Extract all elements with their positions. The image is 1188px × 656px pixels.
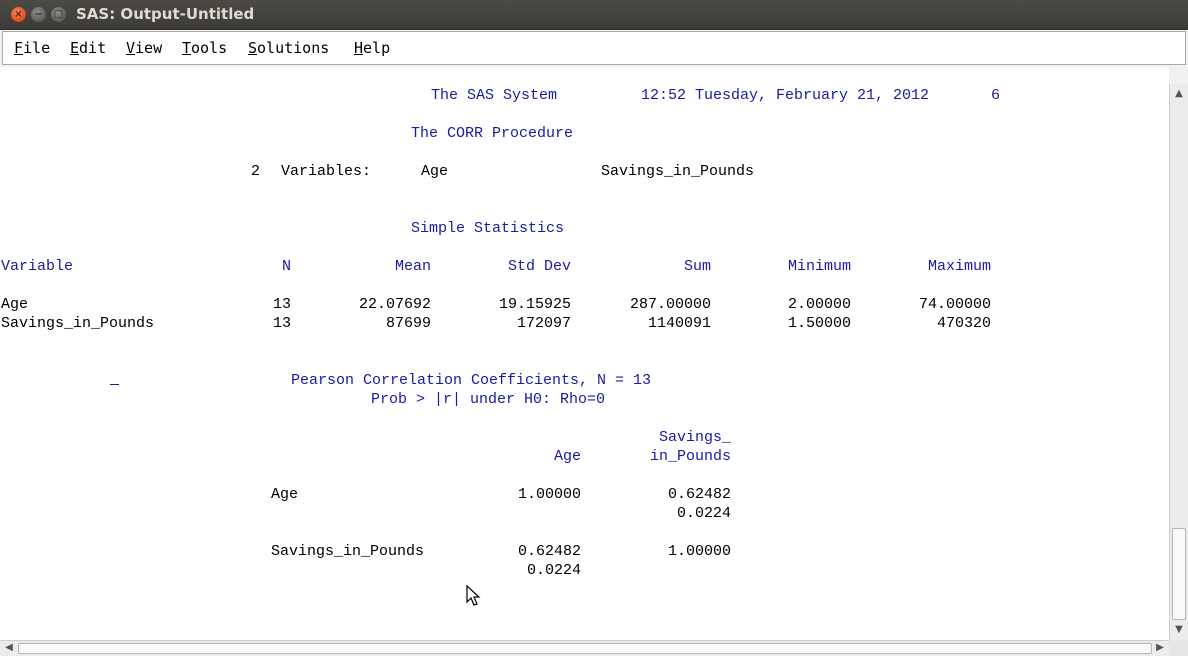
horizontal-scroll-thumb[interactable] [18, 643, 1152, 654]
output-header-title: The SAS System [431, 87, 558, 104]
menu-view-mnemonic: V [126, 39, 136, 57]
stats-row-maximum: 470320 [936, 315, 991, 332]
output-header-page: 6 [991, 87, 1001, 104]
menu-view-label: iew [135, 39, 163, 57]
menu-solutions-label: olutions [257, 39, 330, 57]
stats-header-maximum: Maximum [927, 258, 991, 275]
simple-stats-title: Simple Statistics [411, 220, 565, 237]
title-bar: × − □ SAS: Output-Untitled [0, 0, 1188, 30]
variables-count: 2 [251, 163, 261, 180]
stats-row-n: 13 [272, 296, 291, 313]
minimize-window-button[interactable]: − [31, 7, 46, 22]
stats-header-variable: Variable [1, 258, 74, 275]
stats-row-variable: Savings_in_Pounds [1, 315, 155, 332]
corr-header-age: Age [553, 448, 581, 465]
menu-tools[interactable]: Tools [182, 39, 227, 57]
scroll-up-arrow-icon[interactable]: ▲ [1171, 86, 1187, 102]
corr-header-savings-bottom: in_Pounds [649, 448, 731, 465]
menu-edit-mnemonic: E [70, 39, 80, 57]
procedure-title: The CORR Procedure [411, 125, 574, 142]
stats-header-mean: Mean [394, 258, 431, 275]
menu-tools-label: ools [191, 39, 228, 57]
corr-value-savings: 0.62482 [667, 486, 731, 503]
stats-row-mean: 87699 [385, 315, 431, 332]
output-header-datetime: 12:52 Tuesday, February 21, 2012 [641, 87, 930, 104]
menu-edit-label: dit [79, 39, 107, 57]
stats-row-stddev: 172097 [516, 315, 571, 332]
stats-row-maximum: 74.00000 [918, 296, 991, 313]
variables-var2: Savings_in_Pounds [601, 163, 755, 180]
vertical-scrollbar[interactable]: ▲ ▼ [1169, 84, 1188, 640]
corr-value-savings: 1.00000 [667, 543, 731, 560]
stats-header-sum: Sum [683, 258, 711, 275]
mouse-pointer-icon [466, 585, 481, 606]
horizontal-scrollbar[interactable]: ◀ ▶ [0, 640, 1169, 656]
menu-file-label: ile [23, 39, 51, 57]
corr-row-label: Savings_in_Pounds [271, 543, 425, 560]
text-cursor [110, 384, 119, 385]
scrollbar-corner [1169, 640, 1188, 656]
stats-header-minimum: Minimum [787, 258, 851, 275]
menu-file-mnemonic: F [14, 39, 24, 57]
corr-value-age: 0.62482 [517, 543, 581, 560]
corr-header-savings-top: Savings_ [658, 429, 731, 446]
maximize-window-button[interactable]: □ [51, 7, 66, 22]
corr-row-label: Age [271, 486, 299, 503]
corr-pvalue-savings: 0.0224 [676, 505, 731, 522]
corr-value-age: 1.00000 [517, 486, 581, 503]
stats-row-minimum: 2.00000 [787, 296, 851, 313]
pearson-subtitle: Prob > |r| under H0: Rho=0 [371, 391, 606, 408]
scroll-down-arrow-icon[interactable]: ▼ [1171, 622, 1187, 638]
stats-row-variable: Age [1, 296, 29, 313]
scroll-left-arrow-icon[interactable]: ◀ [1, 640, 17, 655]
vertical-scroll-thumb[interactable] [1172, 528, 1186, 620]
menu-view[interactable]: View [126, 39, 162, 57]
pearson-title: Pearson Correlation Coefficients, N = 13 [291, 372, 652, 389]
stats-row-sum: 1140091 [647, 315, 711, 332]
scroll-right-arrow-icon[interactable]: ▶ [1152, 640, 1168, 655]
stats-header-n: N [281, 258, 291, 275]
close-window-button[interactable]: × [11, 7, 26, 22]
output-window[interactable]: The SAS System 12:52 Tuesday, February 2… [0, 67, 1169, 640]
menu-file[interactable]: File [14, 39, 50, 57]
menu-help[interactable]: Help [354, 39, 390, 57]
menu-bar: File Edit View Tools Solutions Help [2, 31, 1186, 65]
stats-row-minimum: 1.50000 [787, 315, 851, 332]
menu-solutions-mnemonic: S [248, 39, 258, 57]
menu-edit[interactable]: Edit [70, 39, 106, 57]
variables-label: Variables: [281, 163, 372, 180]
stats-row-stddev: 19.15925 [498, 296, 571, 313]
variables-var1: Age [421, 163, 449, 180]
corr-pvalue-age: 0.0224 [526, 562, 581, 579]
stats-row-n: 13 [272, 315, 291, 332]
stats-row-sum: 287.00000 [629, 296, 711, 313]
menu-tools-mnemonic: T [182, 39, 192, 57]
menu-help-label: elp [363, 39, 391, 57]
stats-row-mean: 22.07692 [358, 296, 431, 313]
window-title: SAS: Output-Untitled [76, 5, 255, 23]
menu-solutions[interactable]: Solutions [248, 39, 329, 57]
menu-help-mnemonic: H [354, 39, 364, 57]
stats-header-stddev: Std Dev [507, 258, 571, 275]
